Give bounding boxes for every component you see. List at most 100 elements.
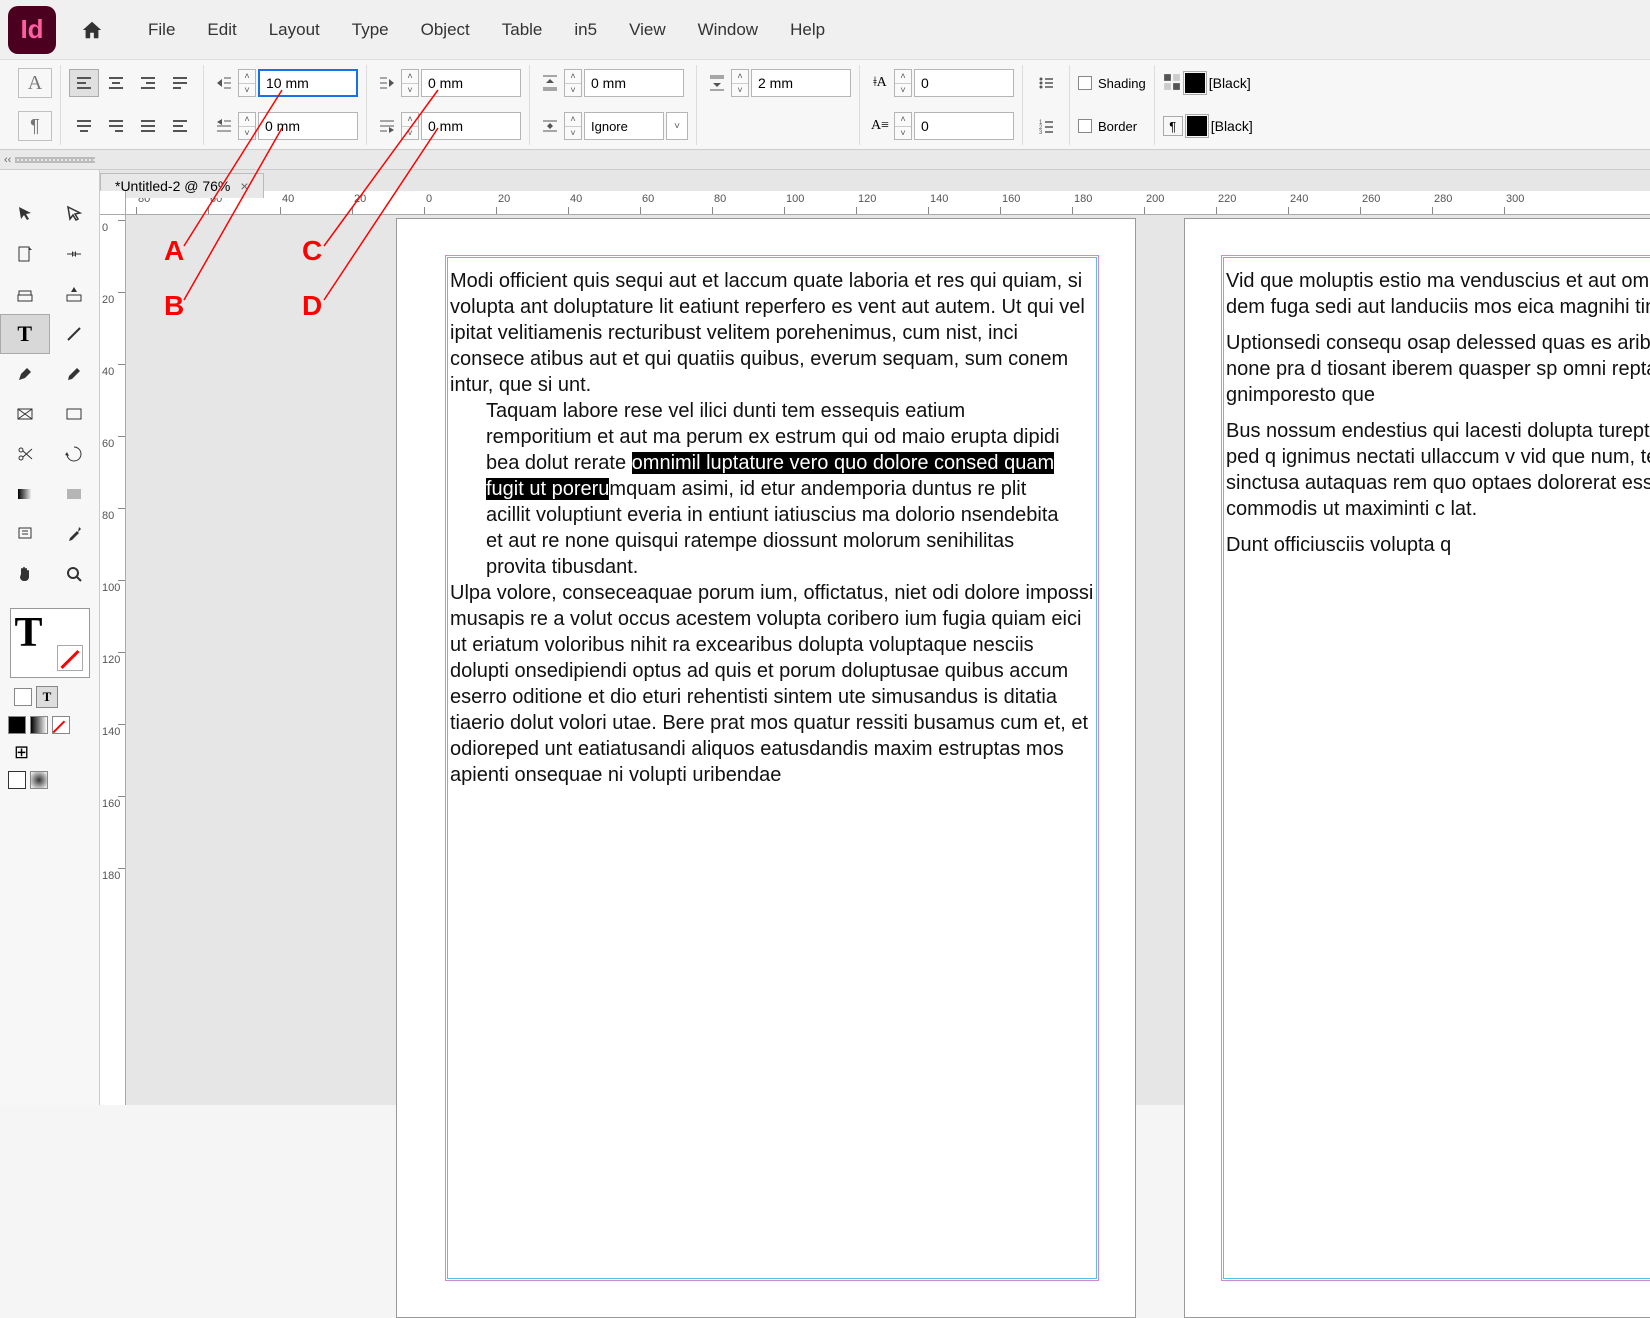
menu-table[interactable]: Table: [502, 20, 543, 40]
home-button[interactable]: [76, 14, 108, 46]
left-indent-input[interactable]: [258, 69, 358, 97]
bulleted-list-button[interactable]: [1031, 69, 1061, 97]
border-swatch[interactable]: [1185, 114, 1209, 138]
gradient-swatch-tool[interactable]: [0, 474, 50, 514]
justify-all-button[interactable]: [133, 112, 163, 140]
text-frame-left[interactable]: Modi officient quis sequi aut et laccum …: [447, 257, 1097, 1279]
pen-tool[interactable]: [0, 354, 50, 394]
apply-none-icon[interactable]: [52, 716, 70, 734]
last-line-input[interactable]: [421, 112, 521, 140]
app-logo: Id: [8, 6, 56, 54]
format-text-icon[interactable]: T: [36, 686, 58, 708]
dropcap-chars-spinner[interactable]: ˄˅: [894, 112, 912, 140]
right-indent-icon: [375, 69, 399, 97]
apply-color-icon[interactable]: [8, 716, 26, 734]
scissors-tool[interactable]: [0, 434, 50, 474]
menu-in5[interactable]: in5: [574, 20, 597, 40]
shading-swatch[interactable]: [1183, 71, 1207, 95]
space-between-dropdown[interactable]: Ignore: [584, 112, 664, 140]
menu-items: File Edit Layout Type Object Table in5 V…: [148, 20, 825, 40]
numbered-list-button[interactable]: 123: [1031, 112, 1061, 140]
gradient-feather-tool[interactable]: [50, 474, 100, 514]
first-line-input[interactable]: [258, 112, 358, 140]
drag-handle-icon: [15, 157, 95, 163]
content-collector-tool[interactable]: [0, 274, 50, 314]
free-transform-tool[interactable]: [50, 434, 100, 474]
align-spine-button[interactable]: [165, 112, 195, 140]
eyedropper-tool[interactable]: [50, 514, 100, 554]
menu-window[interactable]: Window: [698, 20, 758, 40]
none-swatch-icon: [57, 645, 83, 671]
align-left-button[interactable]: [69, 69, 99, 97]
menu-edit[interactable]: Edit: [207, 20, 236, 40]
shading-checkbox[interactable]: Shading: [1078, 76, 1146, 91]
type-tool[interactable]: T: [0, 314, 50, 354]
justify-last-right-button[interactable]: [101, 112, 131, 140]
menu-file[interactable]: File: [148, 20, 175, 40]
align-center-button[interactable]: [101, 69, 131, 97]
swap-swatches-row: T: [0, 682, 99, 712]
pilcrow-icon[interactable]: ¶: [1163, 116, 1183, 136]
zoom-tool[interactable]: [50, 554, 100, 594]
rectangle-tool[interactable]: [50, 394, 100, 434]
last-line-spinner[interactable]: ˄˅: [401, 112, 419, 140]
paragraph-r2: Uptionsedi consequ osap delessed quas es…: [1226, 330, 1650, 408]
text-frame-right[interactable]: Vid que moluptis estio ma venduscius et …: [1223, 257, 1650, 1279]
canvas[interactable]: 8060402002040608010012014016018020022024…: [100, 170, 1650, 1105]
hand-tool[interactable]: [0, 554, 50, 594]
menu-layout[interactable]: Layout: [269, 20, 320, 40]
dropcap-chars-input[interactable]: [914, 112, 1014, 140]
shading-label: Shading: [1098, 76, 1146, 91]
annotation-a: A: [164, 235, 184, 267]
annotation-c: C: [302, 235, 322, 267]
direct-selection-tool[interactable]: [50, 194, 100, 234]
justify-last-center-button[interactable]: [69, 112, 99, 140]
menu-object[interactable]: Object: [421, 20, 470, 40]
align-right-button[interactable]: [133, 69, 163, 97]
fill-stroke-proxy[interactable]: T: [10, 608, 90, 678]
dropcap-lines-input[interactable]: [914, 69, 1014, 97]
menu-view[interactable]: View: [629, 20, 666, 40]
view-options-icon[interactable]: ⊞: [14, 742, 29, 763]
dropcap-lines-icon: ǂA: [868, 69, 892, 97]
ruler-origin[interactable]: [100, 191, 126, 215]
justify-last-left-button[interactable]: [165, 69, 195, 97]
grid-icon[interactable]: [1163, 73, 1181, 94]
space-between-spinner[interactable]: ˄˅: [564, 112, 582, 140]
paragraph-mode-button[interactable]: ¶: [18, 111, 52, 141]
first-line-spinner[interactable]: ˄˅: [238, 112, 256, 140]
home-icon: [81, 19, 103, 41]
gap-tool[interactable]: [50, 234, 100, 274]
space-after-input[interactable]: [751, 69, 851, 97]
rectangle-frame-tool[interactable]: [0, 394, 50, 434]
chevron-left-icon: ‹‹: [4, 154, 11, 166]
selection-tool[interactable]: [0, 194, 50, 234]
space-after-icon: [705, 69, 729, 97]
space-between-value: Ignore: [591, 119, 628, 134]
page-tool[interactable]: [0, 234, 50, 274]
space-after-spinner[interactable]: ˄˅: [731, 69, 749, 97]
border-checkbox[interactable]: Border: [1078, 119, 1146, 134]
line-tool[interactable]: [50, 314, 99, 354]
right-indent-spinner[interactable]: ˄˅: [401, 69, 419, 97]
panel-drag-strip[interactable]: ‹‹: [0, 150, 1650, 170]
normal-mode-icon[interactable]: [8, 771, 26, 789]
left-indent-spinner[interactable]: ˄˅: [238, 69, 256, 97]
content-placer-tool[interactable]: [50, 274, 100, 314]
menu-type[interactable]: Type: [352, 20, 389, 40]
right-indent-input[interactable]: [421, 69, 521, 97]
menu-help[interactable]: Help: [790, 20, 825, 40]
space-before-input[interactable]: [584, 69, 684, 97]
preview-mode-icon[interactable]: [30, 771, 48, 789]
format-container-icon[interactable]: [14, 688, 32, 706]
pencil-tool[interactable]: [50, 354, 100, 394]
space-between-caret[interactable]: ˅: [666, 112, 688, 140]
character-mode-button[interactable]: A: [18, 68, 52, 98]
space-before-spinner[interactable]: ˄˅: [564, 69, 582, 97]
ruler-vertical[interactable]: 020406080100120140160180: [100, 214, 126, 1105]
note-tool[interactable]: [0, 514, 50, 554]
dropcap-lines-spinner[interactable]: ˄˅: [894, 69, 912, 97]
apply-gradient-icon[interactable]: [30, 716, 48, 734]
ruler-horizontal[interactable]: 8060402002040608010012014016018020022024…: [126, 191, 1650, 215]
close-icon[interactable]: ×: [240, 178, 248, 194]
